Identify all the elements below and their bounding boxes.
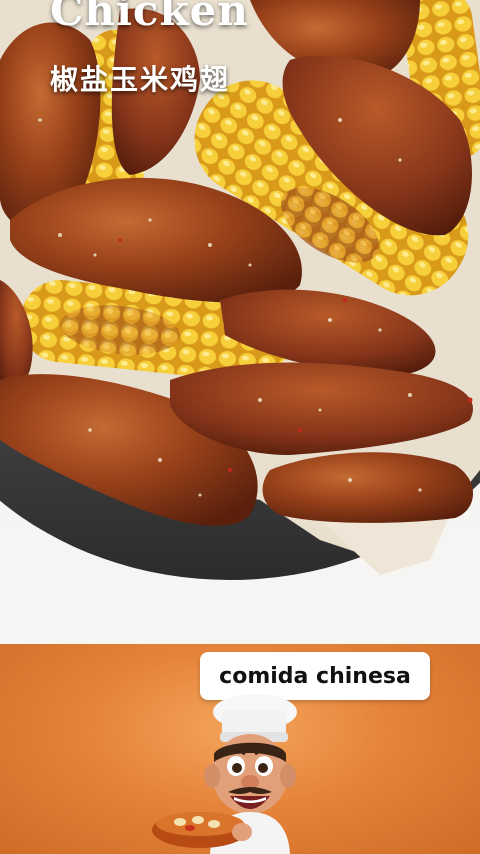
title-chinese: 椒盐玉米鸡翅 bbox=[50, 63, 231, 96]
promo-panel: comida chinesa bbox=[0, 644, 480, 854]
food-photo: Chicken 椒盐玉米鸡翅 bbox=[0, 0, 480, 644]
title-english: Chicken bbox=[50, 0, 249, 35]
video-frame: Chicken 椒盐玉米鸡翅 comida chinesa bbox=[0, 0, 480, 854]
chef-cartoon-icon bbox=[152, 694, 297, 854]
